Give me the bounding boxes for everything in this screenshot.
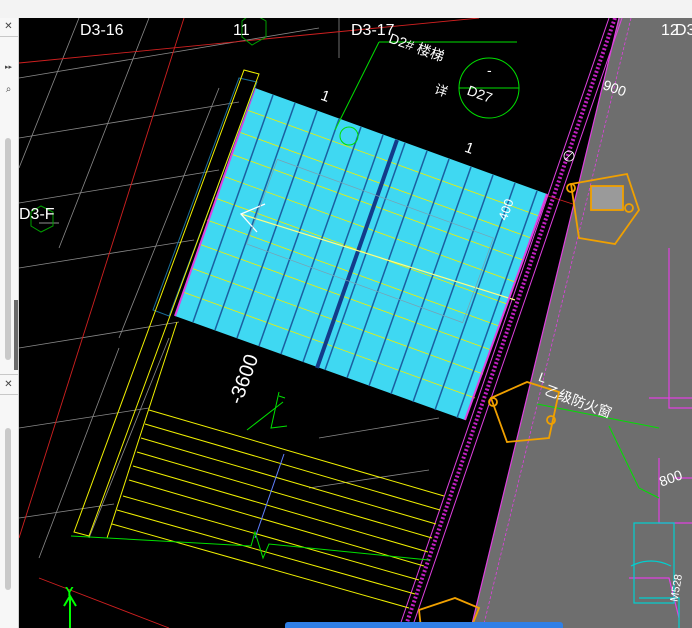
ucs-icon — [63, 594, 77, 628]
panel-divider — [0, 36, 18, 37]
side-panel: ✕ ▸▸ ⌕ ✕ — [0, 18, 19, 628]
grid-label-d3-f: D3-F — [19, 206, 55, 223]
grid-label-11: 11 — [233, 22, 250, 39]
search-icon[interactable]: ⌕ — [1, 83, 16, 97]
panel-divider — [0, 394, 18, 395]
dash-mark: - — [487, 62, 492, 78]
horizontal-scrollbar[interactable] — [285, 622, 563, 628]
panel-scrollbar-top[interactable] — [5, 138, 11, 360]
grid-label-d3-16: D3-16 — [80, 22, 124, 39]
panel-scrollbar-bottom[interactable] — [5, 428, 11, 590]
drawing-svg[interactable] — [19, 18, 692, 628]
top-toolbar-strip — [0, 0, 692, 18]
panel-close-icon[interactable]: ✕ — [1, 20, 16, 34]
expand-panel-icon[interactable]: ▸▸ — [1, 60, 16, 74]
panel-divider — [0, 374, 18, 375]
ucs-y-label: Y — [65, 584, 74, 599]
cad-drawing-canvas[interactable]: D3-16 11 D3-17 12 D3 D3-F D2# 楼梯 详 D27 -… — [19, 18, 692, 628]
grid-label-d3-17: D3-17 — [351, 22, 395, 39]
stair-slab — [175, 88, 547, 420]
panel-splitter[interactable] — [14, 300, 18, 370]
grid-label-d3: D3 — [675, 22, 692, 39]
panel-close-icon-lower[interactable]: ✕ — [1, 378, 16, 392]
